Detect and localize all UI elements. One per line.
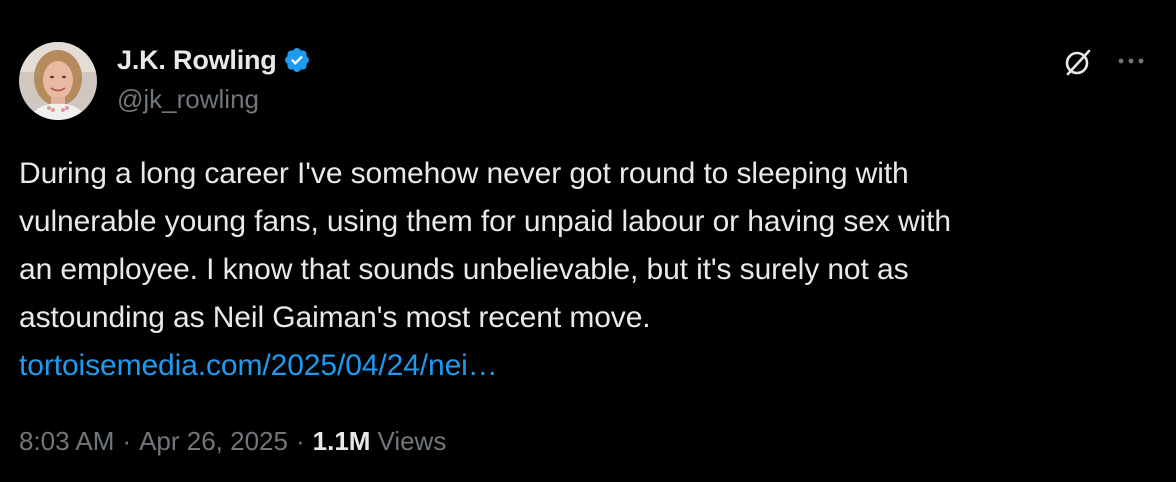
avatar-image: [19, 42, 97, 120]
tweet-card: J.K. Rowling @jk_rowling During a long c…: [0, 0, 1176, 482]
views-count: 1.1M: [312, 426, 371, 456]
tweet-date[interactable]: Apr 26, 2025: [139, 426, 288, 457]
tweet-meta: 8:03 AM · Apr 26, 2025 · 1.1M Views: [19, 426, 446, 457]
author-name-row: J.K. Rowling: [117, 42, 311, 78]
slashed-circle-icon[interactable]: [1062, 46, 1094, 78]
author-display-name[interactable]: J.K. Rowling: [117, 45, 277, 76]
verified-badge-icon[interactable]: [283, 46, 311, 74]
ellipsis-icon[interactable]: [1114, 48, 1148, 74]
author-handle[interactable]: @jk_rowling: [117, 84, 259, 115]
meta-separator: ·: [295, 426, 305, 456]
views-label: Views: [377, 426, 447, 456]
meta-separator: ·: [122, 426, 132, 456]
tweet-body: During a long career I've somehow never …: [19, 150, 1139, 390]
tweet-text: During a long career I've somehow never …: [19, 157, 951, 334]
tweet-time[interactable]: 8:03 AM: [19, 426, 114, 457]
avatar[interactable]: [19, 42, 97, 120]
tweet-link[interactable]: tortoisemedia.com/2025/04/24/nei…: [19, 349, 498, 382]
